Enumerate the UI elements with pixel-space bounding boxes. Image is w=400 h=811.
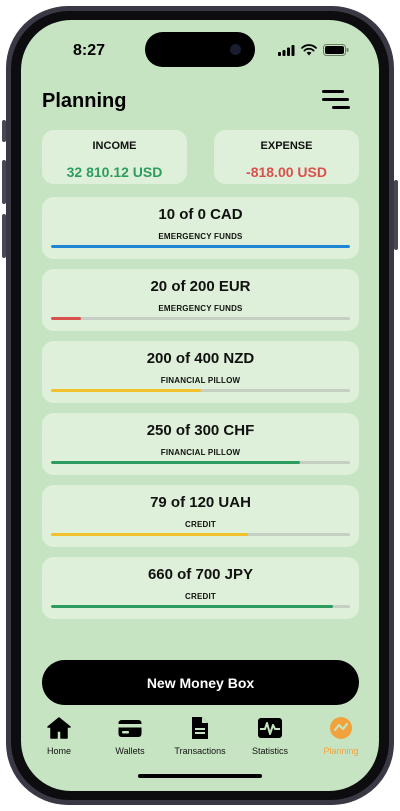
menu-icon-line bbox=[322, 98, 349, 101]
progress-track bbox=[51, 317, 350, 320]
income-card: INCOME 32 810.12 USD bbox=[42, 130, 187, 184]
progress-fill bbox=[51, 245, 350, 248]
money-box-category: EMERGENCY FUNDS bbox=[158, 232, 243, 241]
progress-fill bbox=[51, 389, 201, 392]
wallet-icon bbox=[118, 720, 142, 737]
volume-down-button bbox=[2, 214, 6, 258]
app-screen: 8:27 Planning INCOME 32 810.12 USD EXPEN… bbox=[21, 20, 379, 791]
money-box-amount: 200 of 400 NZD bbox=[146, 350, 255, 367]
chart-icon bbox=[258, 718, 282, 738]
money-box-card[interactable]: 250 of 300 CHF FINANCIAL PILLOW bbox=[42, 413, 359, 475]
volume-up-button bbox=[2, 160, 6, 204]
menu-icon-line bbox=[332, 106, 350, 109]
income-value: 32 810.12 USD bbox=[66, 164, 163, 180]
page-title: Planning bbox=[42, 90, 127, 112]
tab-label: Home bbox=[46, 746, 71, 756]
money-box-category: CREDIT bbox=[185, 592, 216, 601]
money-box-category: FINANCIAL PILLOW bbox=[160, 448, 241, 457]
dynamic-island bbox=[145, 32, 255, 67]
tab-planning[interactable]: Planning bbox=[306, 716, 376, 756]
tab-statistics[interactable]: Statistics bbox=[235, 716, 305, 756]
tab-home[interactable]: Home bbox=[24, 716, 94, 756]
home-icon bbox=[47, 717, 71, 739]
money-box-category: FINANCIAL PILLOW bbox=[160, 376, 241, 385]
status-bar: 8:27 bbox=[21, 20, 379, 76]
money-box-amount: 250 of 300 CHF bbox=[146, 422, 255, 439]
home-indicator bbox=[138, 774, 262, 778]
money-box-category: EMERGENCY FUNDS bbox=[158, 304, 243, 313]
document-icon bbox=[192, 717, 208, 739]
camera-icon bbox=[230, 44, 241, 55]
tab-transactions[interactable]: Transactions bbox=[165, 716, 235, 756]
planning-icon bbox=[330, 717, 352, 739]
wifi-icon bbox=[301, 44, 317, 56]
money-box-amount: 660 of 700 JPY bbox=[147, 566, 254, 583]
battery-icon bbox=[323, 44, 349, 56]
expense-card: EXPENSE -818.00 USD bbox=[214, 130, 359, 184]
money-box-card[interactable]: 79 of 120 UAH CREDIT bbox=[42, 485, 359, 547]
progress-track bbox=[51, 389, 350, 392]
signal-icon bbox=[278, 44, 295, 56]
progress-track bbox=[51, 461, 350, 464]
tab-label: Planning bbox=[323, 746, 359, 756]
tab-label: Wallets bbox=[115, 746, 145, 756]
progress-fill bbox=[51, 317, 81, 320]
money-box-category: CREDIT bbox=[185, 520, 216, 529]
money-box-card[interactable]: 660 of 700 JPY CREDIT bbox=[42, 557, 359, 619]
menu-button[interactable] bbox=[322, 88, 352, 112]
money-box-card[interactable]: 20 of 200 EUR EMERGENCY FUNDS bbox=[42, 269, 359, 331]
money-box-amount: 10 of 0 CAD bbox=[158, 206, 243, 223]
new-money-box-button[interactable]: New Money Box bbox=[42, 660, 359, 705]
action-button bbox=[2, 120, 6, 142]
progress-track bbox=[51, 605, 350, 608]
status-time: 8:27 bbox=[73, 42, 106, 59]
progress-fill bbox=[51, 533, 248, 536]
money-box-amount: 20 of 200 EUR bbox=[150, 278, 251, 295]
tab-bar: Home Wallets Transactions Statistics Pla… bbox=[21, 712, 379, 762]
money-box-amount: 79 of 120 UAH bbox=[150, 494, 251, 511]
progress-fill bbox=[51, 605, 333, 608]
tab-label: Transactions bbox=[174, 746, 226, 756]
menu-icon-line bbox=[322, 90, 344, 93]
expense-value: -818.00 USD bbox=[246, 164, 327, 180]
progress-fill bbox=[51, 461, 301, 464]
income-label: INCOME bbox=[92, 140, 137, 152]
progress-track bbox=[51, 533, 350, 536]
tab-wallets[interactable]: Wallets bbox=[95, 716, 165, 756]
money-box-card[interactable]: 10 of 0 CAD EMERGENCY FUNDS bbox=[42, 197, 359, 259]
money-box-card[interactable]: 200 of 400 NZD FINANCIAL PILLOW bbox=[42, 341, 359, 403]
expense-label: EXPENSE bbox=[260, 140, 313, 152]
status-icons bbox=[278, 44, 349, 56]
progress-track bbox=[51, 245, 350, 248]
tab-label: Statistics bbox=[251, 746, 288, 756]
power-button bbox=[394, 180, 398, 250]
